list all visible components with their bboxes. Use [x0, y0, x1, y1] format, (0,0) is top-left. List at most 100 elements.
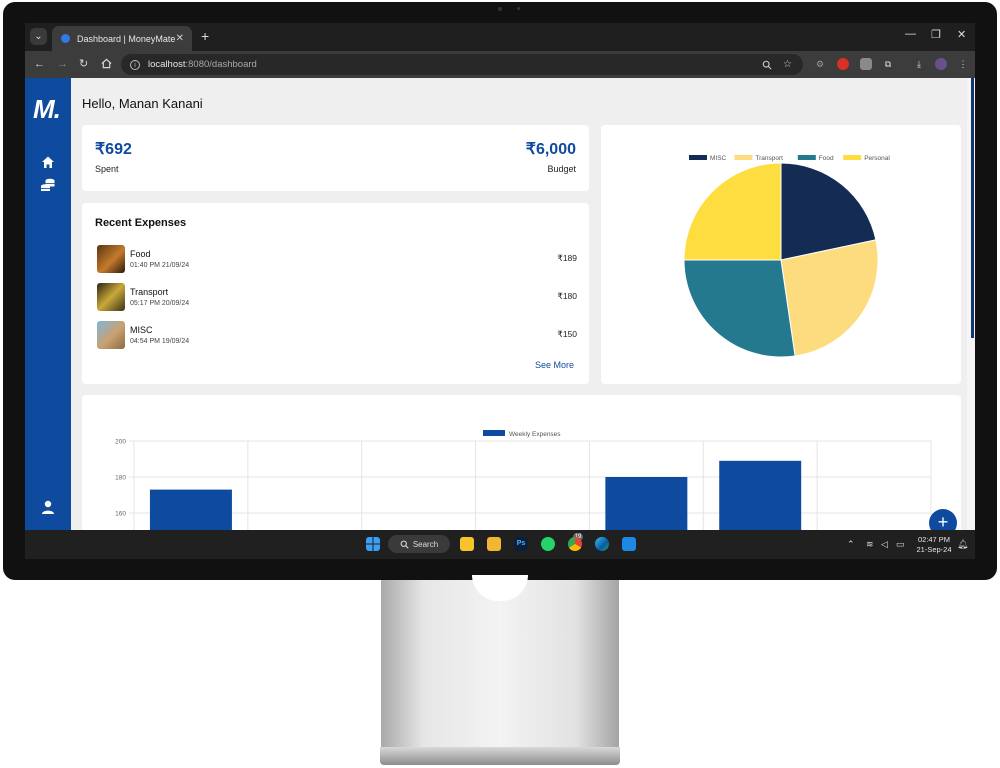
expense-time: 01:40 PM 21/09/24: [130, 262, 190, 269]
legend-label-personal[interactable]: Personal: [864, 155, 890, 162]
legend-swatch-weekly[interactable]: [483, 430, 505, 436]
tab-close-icon[interactable]: ✕: [176, 33, 184, 44]
forward-icon[interactable]: →: [57, 57, 68, 71]
see-more-link[interactable]: See More: [535, 360, 574, 370]
zoom-icon[interactable]: [762, 60, 772, 70]
legend-label-weekly[interactable]: Weekly Expenses: [509, 431, 561, 438]
weekly-bar-chart: Weekly Expenses 200 180 160: [115, 430, 932, 545]
home-nav-icon[interactable]: [40, 154, 56, 170]
expense-amount: ₹150: [557, 329, 577, 339]
legend-label-transport[interactable]: Transport: [755, 155, 783, 162]
favicon-icon: [61, 34, 70, 43]
volume-icon[interactable]: ◁: [881, 539, 888, 550]
tab-search-chevron-icon[interactable]: ⌄: [30, 28, 47, 45]
chrome-icon[interactable]: [568, 537, 582, 551]
profile-avatar[interactable]: [935, 58, 947, 70]
expense-name: Transport: [130, 287, 169, 297]
battery-icon[interactable]: ▭: [896, 539, 905, 550]
reload-icon[interactable]: ↻: [79, 57, 88, 71]
windows-taskbar: Search Ps 19 ⌃ ≋ ◁ ▭ 02:47 PM 21-Sep-24 …: [25, 530, 975, 559]
browser-toolbar: ← → ↻ i localhost:8080/dashboard ☆ ⚙ ⧉ ⤓…: [25, 51, 975, 78]
back-icon[interactable]: ←: [34, 57, 45, 71]
url-text[interactable]: localhost:8080/dashboard: [148, 59, 762, 70]
extensions-puzzle-icon[interactable]: ⧉: [882, 58, 894, 70]
legend-label-misc[interactable]: MISC: [710, 155, 727, 162]
dashboard-content: Hello, Manan Kanani ₹692 Spent ₹6,000 Bu…: [71, 78, 967, 545]
new-tab-button[interactable]: +: [201, 28, 209, 44]
taskbar-clock[interactable]: 02:47 PM 21-Sep-24: [914, 535, 954, 555]
pie-slice-transport[interactable]: [780, 239, 879, 357]
legend-swatch-misc[interactable]: [689, 155, 707, 160]
home-icon[interactable]: [101, 58, 112, 69]
legend-label-food[interactable]: Food: [819, 155, 834, 162]
recent-expenses-card: Recent Expenses Food 01:40 PM 21/09/24 ₹…: [82, 203, 589, 384]
tab-dashboard[interactable]: Dashboard | MoneyMate ✕: [52, 26, 192, 51]
budget-amount: ₹6,000: [525, 141, 576, 158]
pie-slice-food[interactable]: [683, 259, 796, 358]
expenses-coins-icon[interactable]: [40, 177, 56, 193]
legend-swatch-transport[interactable]: [734, 155, 753, 160]
sticky-notes-icon[interactable]: [460, 537, 474, 551]
page-scrollbar[interactable]: [967, 78, 975, 530]
expense-row[interactable]: Transport 05:17 PM 20/09/24 ₹180: [97, 283, 577, 313]
extension-red-icon[interactable]: [837, 58, 849, 70]
pie-slice-personal[interactable]: [683, 162, 782, 261]
close-window-icon[interactable]: ✕: [957, 28, 966, 41]
misc-thumbnail: [97, 321, 125, 349]
photoshop-icon[interactable]: Ps: [514, 537, 528, 551]
taskbar-search[interactable]: Search: [388, 535, 450, 553]
monitor-bezel: ⌄ Dashboard | MoneyMate ✕ + — ❐ ✕ ← → ↻ …: [3, 2, 997, 580]
y-tick-label: 200: [115, 439, 126, 446]
spent-label: Spent: [95, 164, 119, 174]
restore-icon[interactable]: ❐: [931, 28, 941, 41]
y-tick-label: 180: [115, 475, 126, 482]
greeting-heading: Hello, Manan Kanani: [82, 96, 203, 111]
weekly-bar-card: Weekly Expenses 200 180 160: [82, 395, 961, 545]
spent-amount: ₹692: [95, 141, 132, 158]
wifi-icon[interactable]: ≋: [866, 539, 874, 550]
expense-time: 05:17 PM 20/09/24: [130, 300, 190, 307]
expense-row[interactable]: MISC 04:54 PM 19/09/24 ₹150: [97, 321, 577, 351]
summary-card: ₹692 Spent ₹6,000 Budget: [82, 125, 589, 191]
expense-name: MISC: [130, 325, 153, 335]
expense-row[interactable]: Food 01:40 PM 21/09/24 ₹189: [97, 245, 577, 275]
monitor-stand: [381, 580, 619, 748]
site-info-icon[interactable]: i: [130, 59, 140, 70]
tray-chevron-icon[interactable]: ⌃: [847, 539, 855, 550]
expense-name: Food: [130, 249, 151, 259]
address-bar[interactable]: i localhost:8080/dashboard ☆: [121, 54, 803, 75]
extension-camera-icon[interactable]: [860, 58, 872, 70]
bookmark-star-icon[interactable]: ☆: [783, 59, 792, 70]
expense-amount: ₹189: [557, 253, 577, 263]
stand-foot: [380, 747, 620, 765]
download-icon[interactable]: ⤓: [913, 58, 925, 70]
food-thumbnail: [97, 245, 125, 273]
browser-tab-strip: ⌄ Dashboard | MoneyMate ✕ + — ❐ ✕: [25, 23, 975, 51]
notification-bell-icon[interactable]: 🔔︎: [957, 539, 968, 550]
legend-swatch-personal[interactable]: [843, 155, 862, 160]
expense-amount: ₹180: [557, 291, 577, 301]
clock-time: 02:47 PM: [917, 535, 951, 544]
extension-gear-icon[interactable]: ⚙: [814, 58, 826, 70]
clock-date: 21-Sep-24: [916, 545, 952, 554]
minimize-icon[interactable]: —: [905, 28, 916, 40]
file-explorer-icon[interactable]: [487, 537, 501, 551]
app-logo[interactable]: M.: [33, 94, 61, 125]
search-icon: [400, 540, 409, 549]
legend-swatch-food[interactable]: [797, 155, 816, 160]
browser-menu-icon[interactable]: ⋮: [957, 58, 969, 70]
windows-start-icon[interactable]: [366, 537, 380, 551]
category-pie-card: MISC Transport Food Personal: [601, 125, 961, 384]
profile-nav-icon[interactable]: [40, 499, 56, 515]
moneymate-app: M. Hello, Manan Kanani ₹692 Spent ₹6,000…: [25, 78, 975, 545]
edge-icon[interactable]: [595, 537, 609, 551]
expense-time: 04:54 PM 19/09/24: [130, 338, 190, 345]
y-tick-label: 160: [115, 511, 126, 518]
transport-thumbnail: [97, 283, 125, 311]
sensor: [517, 7, 520, 10]
vscode-icon[interactable]: [622, 537, 636, 551]
webcam: [498, 7, 502, 11]
whatsapp-icon[interactable]: [541, 537, 555, 551]
scrollbar-thumb[interactable]: [971, 78, 974, 338]
tab-title: Dashboard | MoneyMate: [77, 33, 176, 44]
